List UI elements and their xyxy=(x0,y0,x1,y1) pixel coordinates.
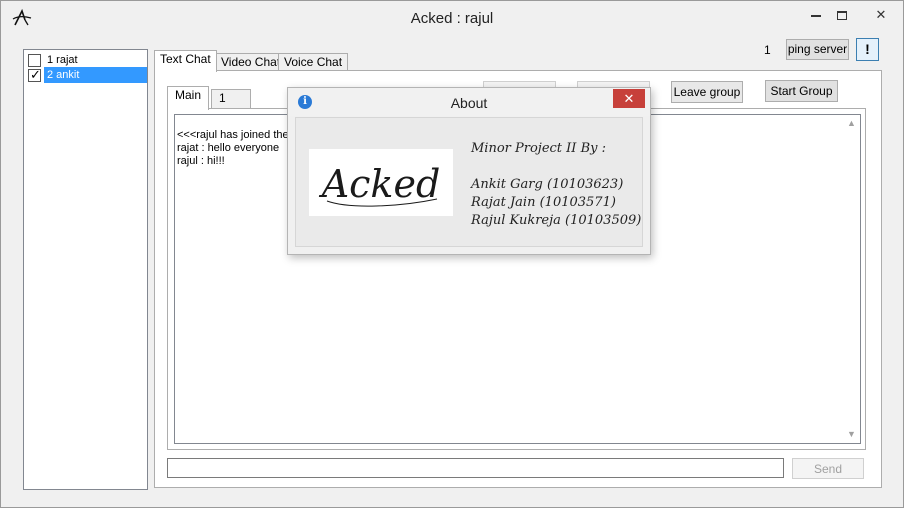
about-title: About xyxy=(450,95,488,111)
message-input[interactable] xyxy=(167,458,784,478)
title-bar[interactable]: Acked : rajul ✕ xyxy=(1,1,903,35)
about-close-button[interactable]: ✕ xyxy=(613,89,645,108)
chat-line: rajat : hello everyone xyxy=(177,142,280,154)
author-line: Ankit Garg (10103623) xyxy=(471,177,624,192)
logo-text: Acked xyxy=(319,162,441,206)
about-body: Acked Minor Project II By : Ankit Garg (… xyxy=(295,117,643,247)
user-2-checkbox[interactable] xyxy=(28,67,41,83)
chat-line: rajul : hi!!! xyxy=(177,155,225,167)
start-group-button[interactable]: Start Group xyxy=(765,80,838,102)
list-item-user-2[interactable]: 2 ankit xyxy=(26,67,147,83)
chat-scrollbar[interactable]: ▲ ▼ xyxy=(843,115,860,443)
scroll-up-icon[interactable]: ▲ xyxy=(847,119,856,128)
maximize-icon xyxy=(837,11,847,21)
window-title: Acked : rajul xyxy=(410,10,494,27)
maximize-button[interactable] xyxy=(827,4,857,28)
user-1-checkbox[interactable] xyxy=(28,54,41,67)
close-icon: ✕ xyxy=(875,7,887,22)
author-line: Rajat Jain (10103571) xyxy=(471,195,616,210)
list-item-user-1[interactable]: 1 rajat xyxy=(26,52,147,68)
tab-room-1[interactable]: 1 xyxy=(211,89,251,108)
user-list[interactable]: 1 rajat 2 ankit xyxy=(23,49,148,490)
acked-signature-logo: Acked xyxy=(319,162,441,207)
author-line: Rajul Kukreja (10103509) xyxy=(471,213,642,228)
alert-button[interactable]: ! xyxy=(856,38,879,61)
send-button[interactable]: Send xyxy=(792,458,864,479)
close-button[interactable]: ✕ xyxy=(859,4,903,28)
acked-logo: Acked xyxy=(309,149,453,216)
leave-group-button[interactable]: Leave group xyxy=(671,81,743,103)
user-1-label: 1 rajat xyxy=(47,54,78,66)
minimize-icon xyxy=(811,14,821,17)
ping-server-button[interactable]: ping server xyxy=(786,39,849,60)
tab-room-main[interactable]: Main xyxy=(167,86,210,110)
about-title-bar[interactable]: i About ✕ xyxy=(288,88,650,116)
tab-text-chat[interactable]: Text Chat xyxy=(154,50,217,72)
tab-voice-chat[interactable]: Voice Chat xyxy=(278,53,349,71)
user-2-label: 2 ankit xyxy=(44,67,147,83)
ping-count: 1 xyxy=(764,43,771,57)
tab-video-chat[interactable]: Video Chat xyxy=(215,53,287,71)
about-heading: Minor Project II By : xyxy=(471,141,606,156)
scroll-down-icon[interactable]: ▼ xyxy=(847,430,856,439)
about-dialog: i About ✕ Acked Minor Project II By : An… xyxy=(287,87,651,255)
